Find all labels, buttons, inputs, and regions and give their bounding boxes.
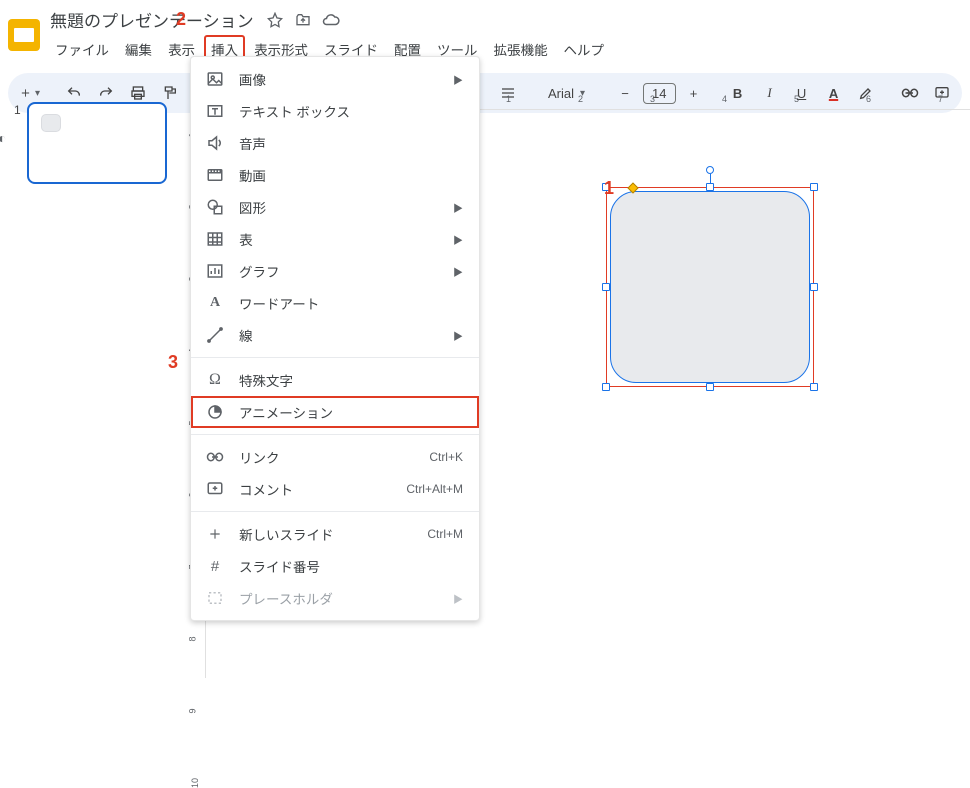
slide-thumbnail[interactable] [27,102,167,184]
menu-label: グラフ [239,261,280,281]
menu-item-wordart[interactable]: A ワードアート [191,287,479,319]
ruler-tick: 8 [188,636,198,641]
textbox-icon [205,101,225,121]
audio-icon [205,133,225,153]
menu-label: 特殊文字 [239,370,293,390]
resize-handle-tr[interactable] [810,183,818,191]
menu-item-image[interactable]: 画像 ▶ [191,63,479,95]
menu-label: 動画 [239,165,266,185]
menu-edit[interactable]: 編集 [118,35,159,63]
menu-item-link[interactable]: リンク Ctrl+K [191,441,479,473]
menu-help[interactable]: ヘルプ [557,35,612,63]
ruler-tick: 5 [794,94,799,104]
menu-extensions[interactable]: 拡張機能 [487,35,555,63]
selected-shape-bounds[interactable] [606,187,814,387]
menu-item-shape[interactable]: 図形 ▶ [191,191,479,223]
menu-label: 音声 [239,133,266,153]
menu-item-chart[interactable]: グラフ ▶ [191,255,479,287]
menu-label: コメント [239,479,293,499]
ruler-tick: 10 [190,778,200,788]
menu-label: 表 [239,229,253,249]
menu-file[interactable]: ファイル [48,35,116,63]
resize-handle-r[interactable] [810,283,818,291]
ruler-tick: 1 [506,94,511,104]
chart-icon [205,261,225,281]
plus-icon [205,524,225,544]
rotate-handle[interactable] [706,166,714,174]
slide-number: 1 [14,103,21,117]
table-icon [205,229,225,249]
menu-item-table[interactable]: 表 ▶ [191,223,479,255]
menu-item-video[interactable]: 動画 [191,159,479,191]
ruler-tick: 6 [866,94,871,104]
shortcut-text: Ctrl+K [429,450,463,464]
rounded-rectangle-shape[interactable] [610,191,810,383]
menu-label: リンク [239,447,280,467]
menu-label: アニメーション [239,402,333,422]
menu-label: スライド番号 [239,556,320,576]
resize-handle-b[interactable] [706,383,714,391]
star-icon[interactable] [266,11,284,29]
video-icon [205,165,225,185]
menu-label: テキスト ボックス [239,101,350,121]
menu-item-comment[interactable]: コメント Ctrl+Alt+M [191,473,479,505]
ruler-tick: 3 [650,94,655,104]
insert-menu-dropdown: 画像 ▶ テキスト ボックス 音声 動画 図形 ▶ 表 ▶ グラフ ▶ A ワー… [190,56,480,621]
submenu-arrow-icon: ▶ [453,200,463,215]
shortcut-text: Ctrl+Alt+M [406,482,463,496]
submenu-arrow-icon: ▶ [453,232,463,247]
annotation-1: 1 [604,178,614,199]
comment-icon [205,479,225,499]
hash-icon: # [205,556,225,576]
annotation-2: 2 [176,9,186,30]
menu-label: 画像 [239,69,266,89]
menu-item-special-chars[interactable]: Ω 特殊文字 [191,364,479,396]
ruler-tick: 2 [578,94,583,104]
submenu-arrow-icon: ▶ [453,72,463,87]
resize-handle-t[interactable] [706,183,714,191]
menu-item-placeholder: プレースホルダ ▶ [191,582,479,614]
annotation-3: 3 [168,352,178,373]
shape-icon [205,197,225,217]
resize-handle-l[interactable] [602,283,610,291]
ruler-tick: 9 [188,708,198,713]
app-logo[interactable] [8,19,40,51]
menu-label: 図形 [239,197,266,217]
menu-item-new-slide[interactable]: 新しいスライド Ctrl+M [191,518,479,550]
menu-item-textbox[interactable]: テキスト ボックス [191,95,479,127]
menu-label: プレースホルダ [239,588,333,608]
link-icon [205,447,225,467]
menu-item-slide-number[interactable]: # スライド番号 [191,550,479,582]
menu-label: 線 [239,325,253,345]
ruler-tick: 4 [722,94,727,104]
move-to-drive-icon[interactable] [294,11,312,29]
shortcut-text: Ctrl+M [427,527,463,541]
animation-indicator-icon: ◐ [0,130,6,146]
line-icon [205,325,225,345]
menu-item-audio[interactable]: 音声 [191,127,479,159]
submenu-arrow-icon: ▶ [453,328,463,343]
cloud-status-icon[interactable] [322,11,340,29]
animation-icon [205,402,225,422]
menu-item-animation[interactable]: アニメーション [191,396,479,428]
image-icon [205,69,225,89]
submenu-arrow-icon: ▶ [453,591,463,606]
submenu-arrow-icon: ▶ [453,264,463,279]
ruler-tick: 7 [938,94,943,104]
resize-handle-bl[interactable] [602,383,610,391]
document-title[interactable]: 無題のプレゼンテーション [48,6,256,33]
shape-preview [41,114,61,132]
menu-item-line[interactable]: 線 ▶ [191,319,479,351]
thumbnail-panel: 1 ◐ [0,92,186,678]
wordart-icon: A [205,293,225,313]
menu-label: ワードアート [239,293,319,313]
resize-handle-br[interactable] [810,383,818,391]
menu-label: 新しいスライド [239,524,334,544]
placeholder-icon [205,588,225,608]
omega-icon: Ω [205,370,225,390]
